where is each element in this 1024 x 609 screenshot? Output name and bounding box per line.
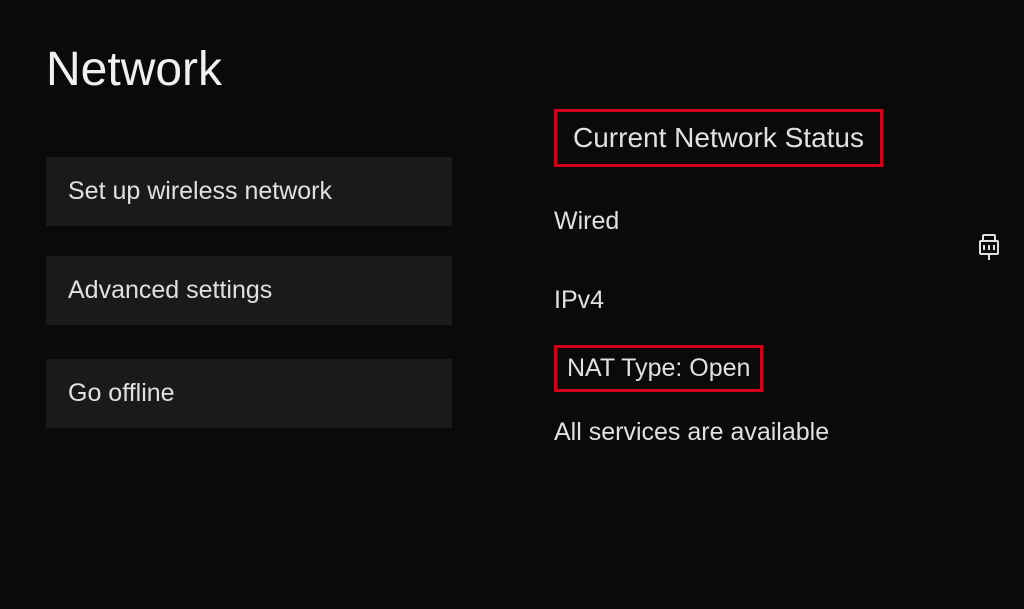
protocol-label: IPv4 xyxy=(554,282,1024,319)
ethernet-icon xyxy=(978,233,1000,266)
menu-item-advanced-settings[interactable]: Advanced settings xyxy=(46,256,452,325)
content-area: Set up wireless network Advanced setting… xyxy=(0,157,1024,458)
menu-column: Set up wireless network Advanced setting… xyxy=(0,157,480,458)
menu-item-go-offline[interactable]: Go offline xyxy=(46,359,452,428)
status-column: Current Network Status Wired IPv4 NAT Ty… xyxy=(480,157,1024,458)
connection-type-label: Wired xyxy=(554,203,1024,240)
nat-type-label: NAT Type: Open xyxy=(554,345,763,392)
menu-item-wireless-setup[interactable]: Set up wireless network xyxy=(46,157,452,226)
network-status-heading: Current Network Status xyxy=(554,109,883,167)
services-status-label: All services are available xyxy=(554,414,1024,451)
page-title: Network xyxy=(0,0,1024,97)
